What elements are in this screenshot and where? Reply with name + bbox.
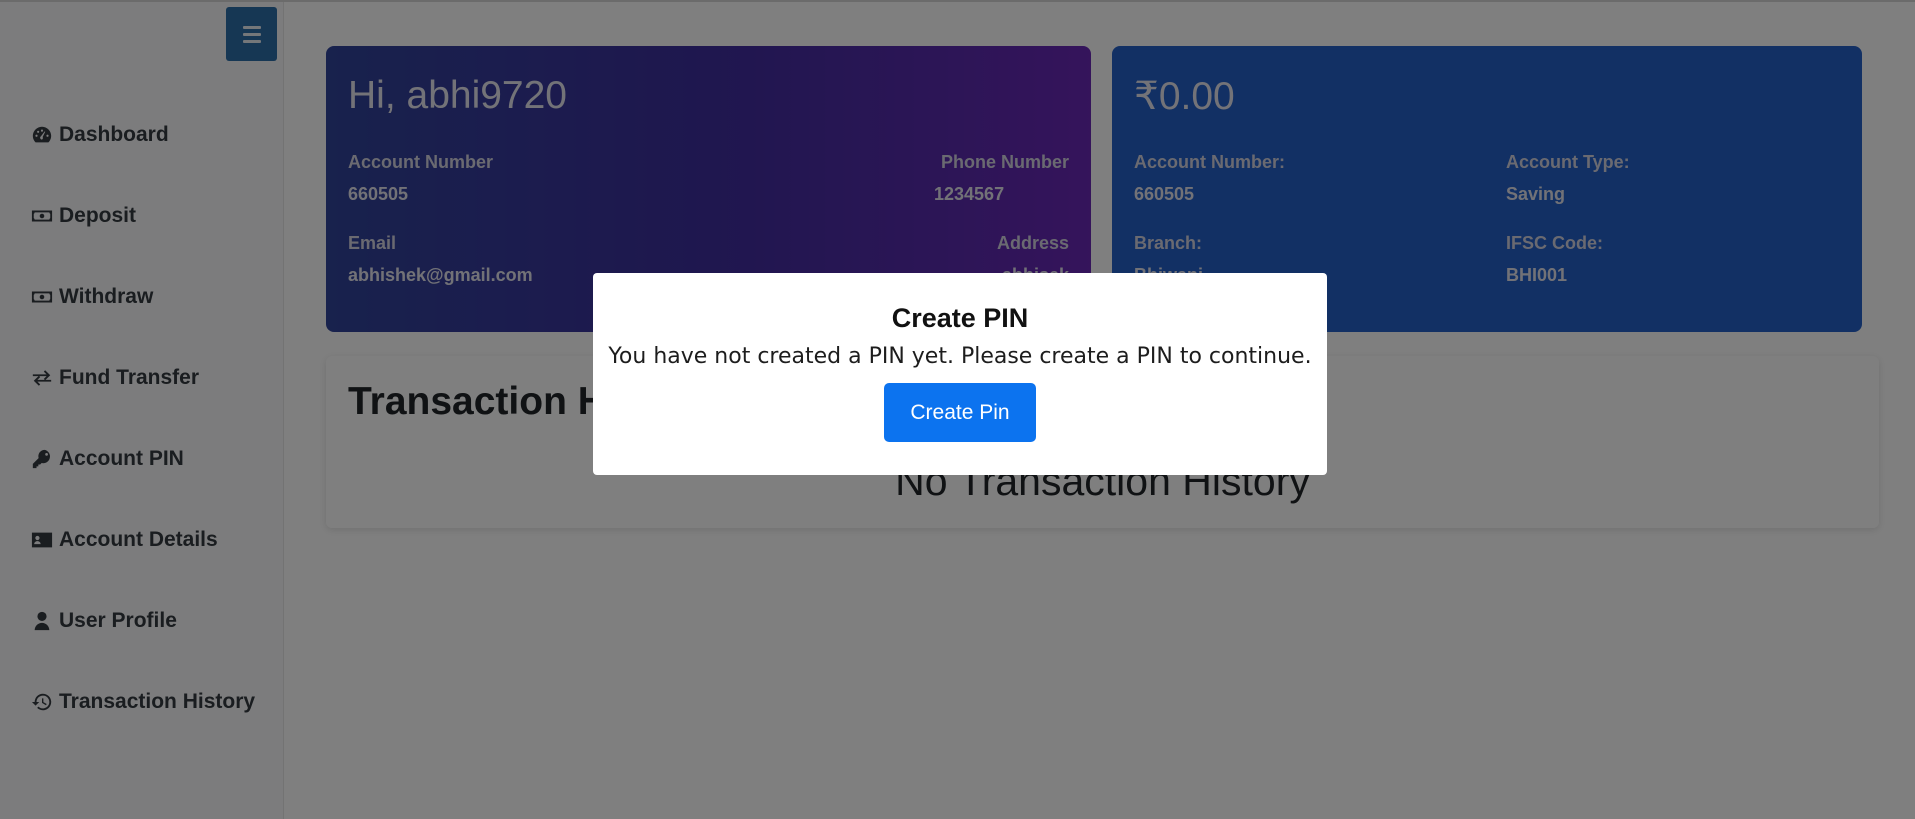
create-pin-button[interactable]: Create Pin [884, 383, 1036, 442]
app-root: Dashboard Deposit Withdraw Fund Transfer [0, 0, 1915, 819]
create-pin-modal: Create PIN You have not created a PIN ye… [593, 273, 1327, 475]
modal-title: Create PIN [891, 303, 1029, 333]
modal-message: You have not created a PIN yet. Please c… [608, 344, 1312, 369]
